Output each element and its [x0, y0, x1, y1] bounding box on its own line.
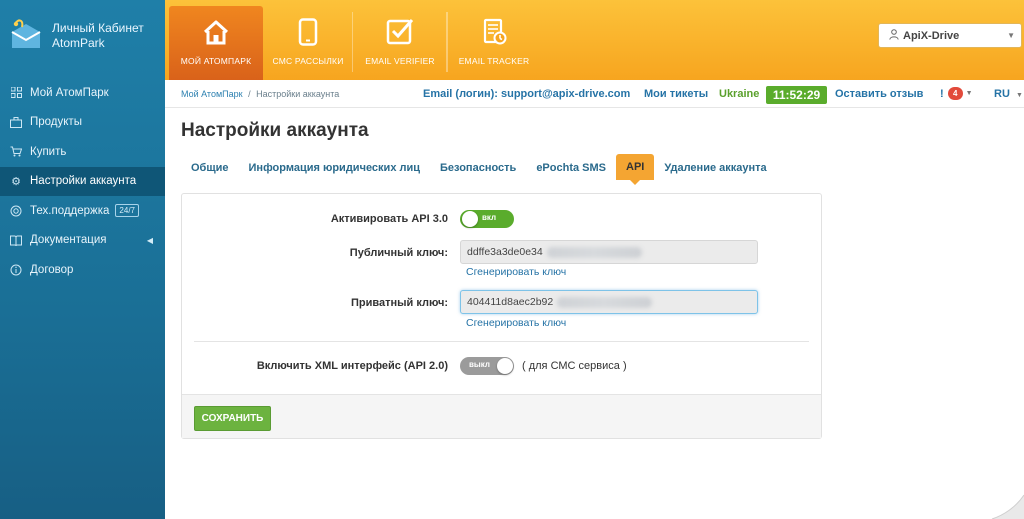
sidebar-item-buy[interactable]: Купить [0, 137, 165, 167]
sidebar: Личный Кабинет AtomPark Мой АтомПарк Про… [0, 0, 165, 519]
language-label: RU [994, 88, 1010, 100]
page-title: Настройки аккаунта [181, 120, 369, 141]
sidebar-item-contract[interactable]: Договор [0, 255, 165, 285]
lifebuoy-icon [10, 205, 22, 217]
tab-delete-account[interactable]: Удаление аккаунта [654, 153, 776, 182]
sidebar-item-label: Тех.поддержка [30, 204, 110, 217]
tab-sms[interactable]: СМС РАССЫЛКИ [263, 0, 353, 80]
activate-api-toggle[interactable]: вкл [460, 210, 514, 228]
breadcrumb-separator: / [248, 89, 251, 99]
sidebar-item-documentation[interactable]: Документация ◀ [0, 226, 165, 256]
country-label: Ukraine [719, 88, 760, 100]
panel-footer: СОХРАНИТЬ [182, 394, 821, 438]
expand-caret-icon[interactable]: ◀ [147, 236, 153, 245]
private-key-field[interactable]: 404411d8aec2b92 [460, 290, 758, 314]
activate-api-label: Активировать API 3.0 [330, 213, 448, 225]
sidebar-item-account-settings[interactable]: ⚙ Настройки аккаунта [0, 166, 165, 196]
tab-security[interactable]: Безопасность [430, 153, 526, 182]
tracker-icon [480, 18, 508, 46]
sidebar-item-label: Продукты [30, 116, 82, 129]
briefcase-icon [10, 116, 22, 128]
xml-interface-label: Включить XML интерфейс (API 2.0) [256, 360, 448, 372]
language-selector[interactable]: RU ▼ [994, 88, 1023, 100]
brand-line-2: AtomPark [52, 36, 105, 50]
sidebar-item-support[interactable]: Тех.поддержка 24/7 [0, 196, 165, 226]
public-key-label: Публичный ключ: [349, 247, 448, 259]
sidebar-item-label: Мой АтомПарк [30, 86, 109, 99]
account-name: ApiX-Drive [903, 29, 960, 42]
sidebar-item-label: Купить [30, 145, 67, 158]
chevron-down-icon: ▼ [1015, 92, 1023, 99]
sidebar-item-label: Настройки аккаунта [30, 175, 137, 188]
redacted-blur [546, 246, 642, 258]
xml-interface-hint: ( для СМС сервиса ) [522, 360, 627, 372]
notifications-button[interactable]: ! 4 ▼ [940, 87, 973, 100]
info-bar: Мой АтомПарк / Настройки аккаунта Email … [165, 80, 1024, 108]
section-divider [194, 341, 809, 342]
sidebar-nav: Мой АтомПарк Продукты Купить ⚙ Настройки… [0, 78, 165, 285]
public-key-field[interactable]: ddffe3a3de0e34 [460, 240, 758, 264]
breadcrumb-home-link[interactable]: Мой АтомПарк [181, 89, 243, 99]
info-icon [10, 264, 22, 276]
exclamation-icon: ! [940, 87, 944, 100]
brand-logo[interactable]: Личный Кабинет AtomPark [0, 0, 165, 72]
support-hours-badge: 24/7 [115, 204, 139, 218]
generate-public-key-link[interactable]: Сгенерировать ключ [466, 266, 566, 278]
user-icon [889, 28, 899, 43]
checkbox-icon [386, 18, 414, 46]
notification-count-badge: 4 [947, 87, 963, 100]
clock-badge: 11:52:29 [766, 86, 827, 104]
breadcrumb: Мой АтомПарк / Настройки аккаунта [181, 89, 339, 99]
sidebar-item-my-atompark[interactable]: Мой АтомПарк [0, 78, 165, 108]
book-icon [10, 234, 22, 246]
grid-icon [10, 87, 22, 99]
gear-icon: ⚙ [11, 175, 21, 188]
chevron-down-icon: ▼ [1007, 31, 1015, 40]
sidebar-item-products[interactable]: Продукты [0, 108, 165, 138]
tab-api[interactable]: API [616, 154, 655, 185]
top-navigation: МОЙ АТОМПАРК СМС РАССЫЛКИ EMAIL VERIFIER… [165, 0, 1024, 80]
home-icon [202, 18, 230, 46]
account-menu-button[interactable]: ApiX-Drive ▼ [878, 23, 1022, 48]
tab-epochta-sms[interactable]: ePochta SMS [526, 153, 616, 182]
tab-general[interactable]: Общие [181, 153, 239, 182]
top-tab-label: МОЙ АТОМПАРК [180, 56, 252, 66]
cart-icon [10, 146, 22, 158]
toggle-knob [462, 211, 478, 227]
sidebar-item-label: Документация [30, 234, 107, 247]
sidebar-item-label: Договор [30, 263, 74, 276]
top-tab-label: EMAIL TRACKER [458, 56, 530, 66]
brand-line-1: Личный Кабинет [52, 21, 144, 35]
generate-private-key-link[interactable]: Сгенерировать ключ [466, 317, 566, 329]
public-key-value: ddffe3a3de0e34 [467, 246, 543, 258]
toggle-state-label: выкл [469, 360, 490, 369]
xml-interface-toggle[interactable]: выкл [460, 357, 514, 375]
chevron-down-icon: ▼ [965, 90, 973, 97]
private-key-value: 404411d8aec2b92 [467, 296, 554, 308]
settings-tabs: Общие Информация юридических лиц Безопас… [181, 153, 777, 185]
breadcrumb-current: Настройки аккаунта [256, 89, 340, 99]
tab-legal-info[interactable]: Информация юридических лиц [239, 153, 430, 182]
api-settings-panel: Активировать API 3.0 вкл Публичный ключ:… [181, 193, 822, 439]
leave-review-link[interactable]: Оставить отзыв [835, 88, 923, 100]
phone-icon [294, 18, 322, 46]
page-curl-decoration [984, 489, 1024, 519]
my-tickets-link[interactable]: Мои тикеты [644, 88, 708, 100]
top-tab-label: EMAIL VERIFIER [365, 56, 435, 66]
tab-email-tracker[interactable]: EMAIL TRACKER [448, 0, 540, 80]
tab-email-verifier[interactable]: EMAIL VERIFIER [353, 0, 447, 80]
toggle-state-label: вкл [482, 213, 497, 222]
toggle-knob [497, 358, 513, 374]
tab-my-atompark[interactable]: МОЙ АТОМПАРК [169, 6, 263, 80]
top-tab-label: СМС РАССЫЛКИ [272, 56, 344, 66]
private-key-label: Приватный ключ: [350, 297, 448, 309]
save-button[interactable]: СОХРАНИТЬ [194, 406, 271, 431]
redacted-blur [557, 296, 653, 308]
login-email-link[interactable]: Email (логин): support@apix-drive.com [423, 88, 630, 100]
envelope-logo-icon [8, 18, 44, 54]
